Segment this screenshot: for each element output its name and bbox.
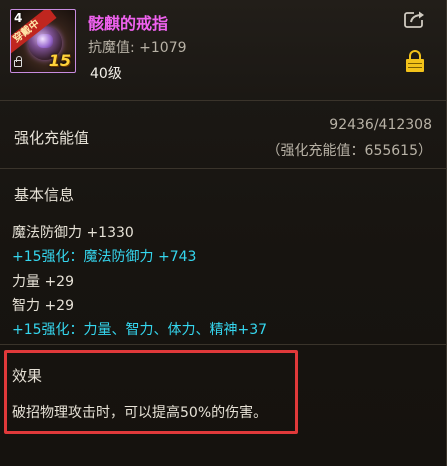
lock-body [406,59,424,72]
basic-info-title: 基本信息 [14,186,75,204]
divider [0,168,446,169]
charge-label: 强化充能值 [14,129,90,147]
tooltip-header: 穿戴中 4 15 骸麒的戒指 抗魔值: +1079 40级 [0,0,446,98]
resist-value: 抗魔值: +1079 [88,40,187,56]
enhance-level-badge: 15 [48,51,71,70]
effect-text: 破招物理攻击时，可以提高50%的伤害。 [12,405,268,421]
item-level: 40级 [90,66,122,82]
ring-item-icon[interactable]: 穿戴中 4 15 [10,9,76,73]
stat-strength: 力量 +29 [12,274,74,290]
stat-enhance-attributes: +15强化：力量、智力、体力、精神+37 [12,322,268,338]
charge-value: 92436/412308 [329,117,432,133]
gem-shape [37,34,53,48]
share-icon[interactable] [404,10,426,28]
item-tooltip: 穿戴中 4 15 骸麒的戒指 抗魔值: +1079 40级 强化充能值 9243… [0,0,447,466]
small-lock-icon [14,56,22,67]
corner-number: 4 [14,11,23,25]
divider [0,100,446,101]
stat-enhance-magic-defense: +15强化：魔法防御力 +743 [12,249,197,265]
divider [0,344,446,345]
item-name: 骸麒的戒指 [88,14,169,33]
effect-title: 效果 [12,367,43,385]
stat-magic-defense: 魔法防御力 +1330 [12,225,134,241]
stat-intelligence: 智力 +29 [12,298,74,314]
charge-total: （强化充能值：655615） [266,143,432,159]
lock-icon[interactable] [406,50,424,72]
